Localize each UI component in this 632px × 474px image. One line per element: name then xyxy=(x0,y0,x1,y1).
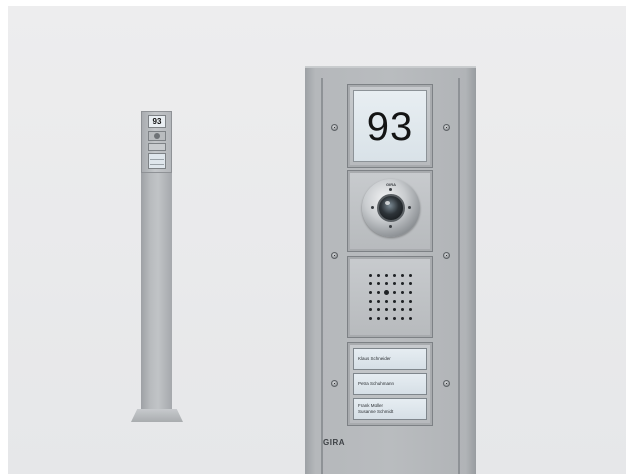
bell-name-line: Susanne Schmidt xyxy=(358,409,394,414)
pillar-house-number-text: 93 xyxy=(152,117,162,126)
camera-module: GIRA xyxy=(347,170,433,252)
screw-icon xyxy=(331,380,338,387)
microphone-icon xyxy=(383,290,389,296)
pillar-camera-icon xyxy=(148,131,166,141)
screw-icon xyxy=(443,252,450,259)
house-number-window: 93 xyxy=(353,90,427,162)
bell-button-klaus-schneider[interactable]: Klaus Schneider xyxy=(353,348,427,370)
right-rail xyxy=(458,78,460,474)
screw-icon xyxy=(331,252,338,259)
bell-name-line: Petra Schuhmann xyxy=(358,381,395,386)
camera-lens-icon xyxy=(377,194,405,222)
speaker-grille xyxy=(366,271,414,323)
camera-led-icon xyxy=(408,206,411,209)
pillar-station-head: 93 xyxy=(141,111,172,173)
pillar-bell-buttons xyxy=(148,153,166,169)
pillar-post xyxy=(141,173,172,411)
bell-name-line: Klaus Schneider xyxy=(358,356,391,361)
door-station: 93 GIRA Klaus Schneider Petra Schuhmann xyxy=(305,66,476,474)
bell-button-mueller-schmidt[interactable]: Frank Müller Susanne Schmidt xyxy=(353,398,427,420)
camera-led-icon xyxy=(389,225,392,228)
pillar-speaker xyxy=(148,143,166,151)
bell-button-module: Klaus Schneider Petra Schuhmann Frank Mü… xyxy=(347,342,433,426)
camera-brand-label: GIRA xyxy=(386,182,396,187)
brand-logo: GIRA xyxy=(323,438,345,447)
speaker-module xyxy=(347,256,433,338)
screw-icon xyxy=(331,124,338,131)
house-number: 93 xyxy=(366,105,414,149)
screw-icon xyxy=(443,380,450,387)
house-number-module: 93 xyxy=(347,84,433,168)
camera-led-icon xyxy=(389,188,392,191)
pillar-base xyxy=(131,409,183,422)
left-rail xyxy=(321,78,323,474)
camera-led-icon xyxy=(371,206,374,209)
camera-icon: GIRA xyxy=(362,179,420,237)
screw-icon xyxy=(443,124,450,131)
pillar-house-number: 93 xyxy=(148,115,166,128)
bell-button-petra-schuhmann[interactable]: Petra Schuhmann xyxy=(353,373,427,395)
